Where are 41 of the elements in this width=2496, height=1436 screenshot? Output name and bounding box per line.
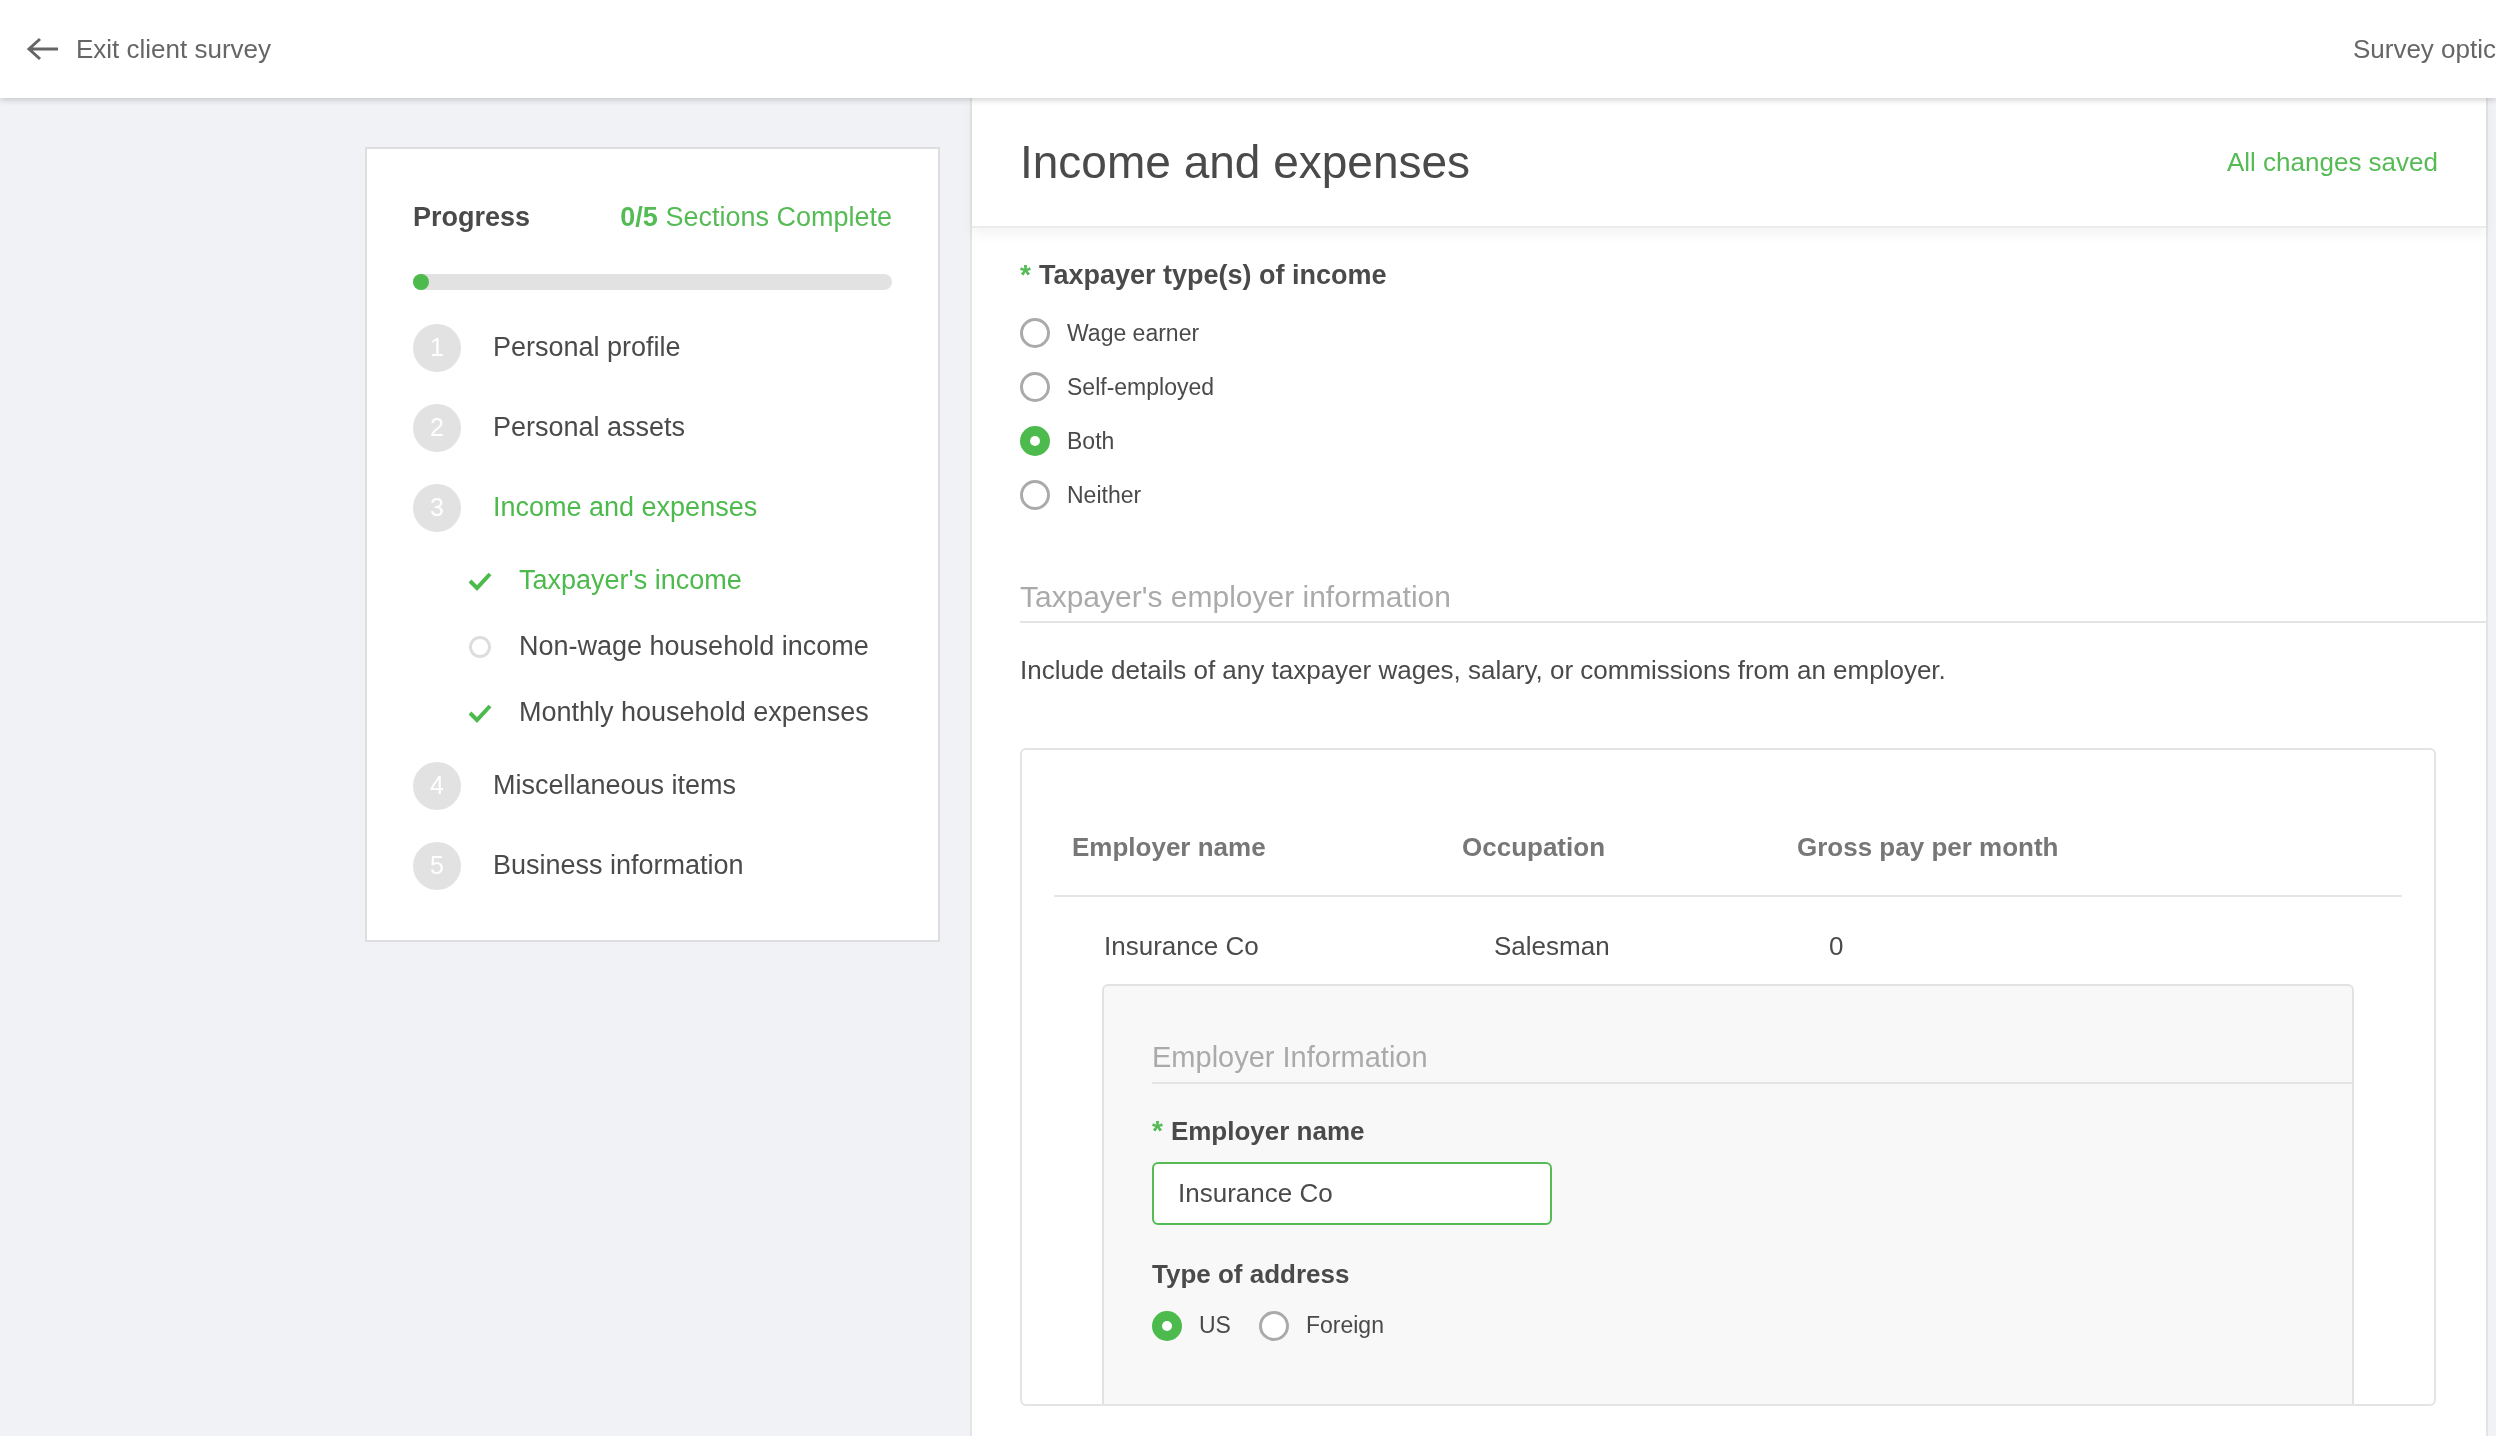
section-description: Include details of any taxpayer wages, salary, or commissions from an employer. [1020,654,1947,687]
radio-button[interactable] [1020,318,1050,348]
section-link[interactable]: Personal assets [493,407,686,448]
table-cell-text: 0 [1829,930,1845,963]
column-header: Gross pay per month [1797,831,2060,864]
page-title: Income and expenses [1020,134,1471,190]
column-header: Occupation [1462,831,1606,864]
field-label: Type of address [1152,1258,1350,1289]
radio-label: Neither [1067,480,1142,510]
sections-complete-count: 0/5 Sections Complete [620,201,892,234]
survey-options-menu[interactable]: Survey optic [2352,29,2496,69]
subsection-link[interactable]: Non-wage household income [519,626,869,667]
radio-label: Foreign [1305,1311,1384,1341]
radio-button[interactable] [1258,1310,1289,1341]
section-link[interactable]: Miscellaneous items [493,765,737,806]
table-cell-text: Insurance Co [1104,930,1260,963]
subsection-link[interactable]: Monthly household expenses [519,692,869,733]
progress-title: Progress [413,201,531,234]
back-arrow-icon [26,36,60,62]
radio-label: US [1199,1311,1231,1341]
section-title: Employer Information [1152,1041,1428,1073]
radio-button[interactable] [1152,1310,1182,1341]
section-link[interactable]: Business information [493,845,744,886]
column-header: Employer name [1072,831,1267,864]
radio-label: Self-employed [1067,372,1215,402]
section-title: Taxpayer's employer information [1020,580,1451,613]
radio-button[interactable] [1020,372,1050,402]
exit-link[interactable]: Exit client survey [26,29,272,69]
required-mark: * [1020,258,1031,292]
field-label: Taxpayer type(s) of income [1038,259,1387,292]
required-mark: * [1152,1113,1163,1148]
section-link[interactable]: Personal profile [493,327,681,368]
radio-button[interactable] [1020,480,1050,510]
radio-label: Wage earner [1067,318,1200,348]
exit-survey-label: Exit client survey [76,32,272,66]
table-cell-text: Salesman [1494,930,1611,963]
radio-label: Both [1067,426,1115,456]
employer-name-input[interactable]: Insurance Co [1152,1161,1552,1225]
field-label: Employer name [1170,1114,1365,1148]
radio-button[interactable] [1020,426,1050,456]
save-status: All changes saved [2226,145,2438,179]
